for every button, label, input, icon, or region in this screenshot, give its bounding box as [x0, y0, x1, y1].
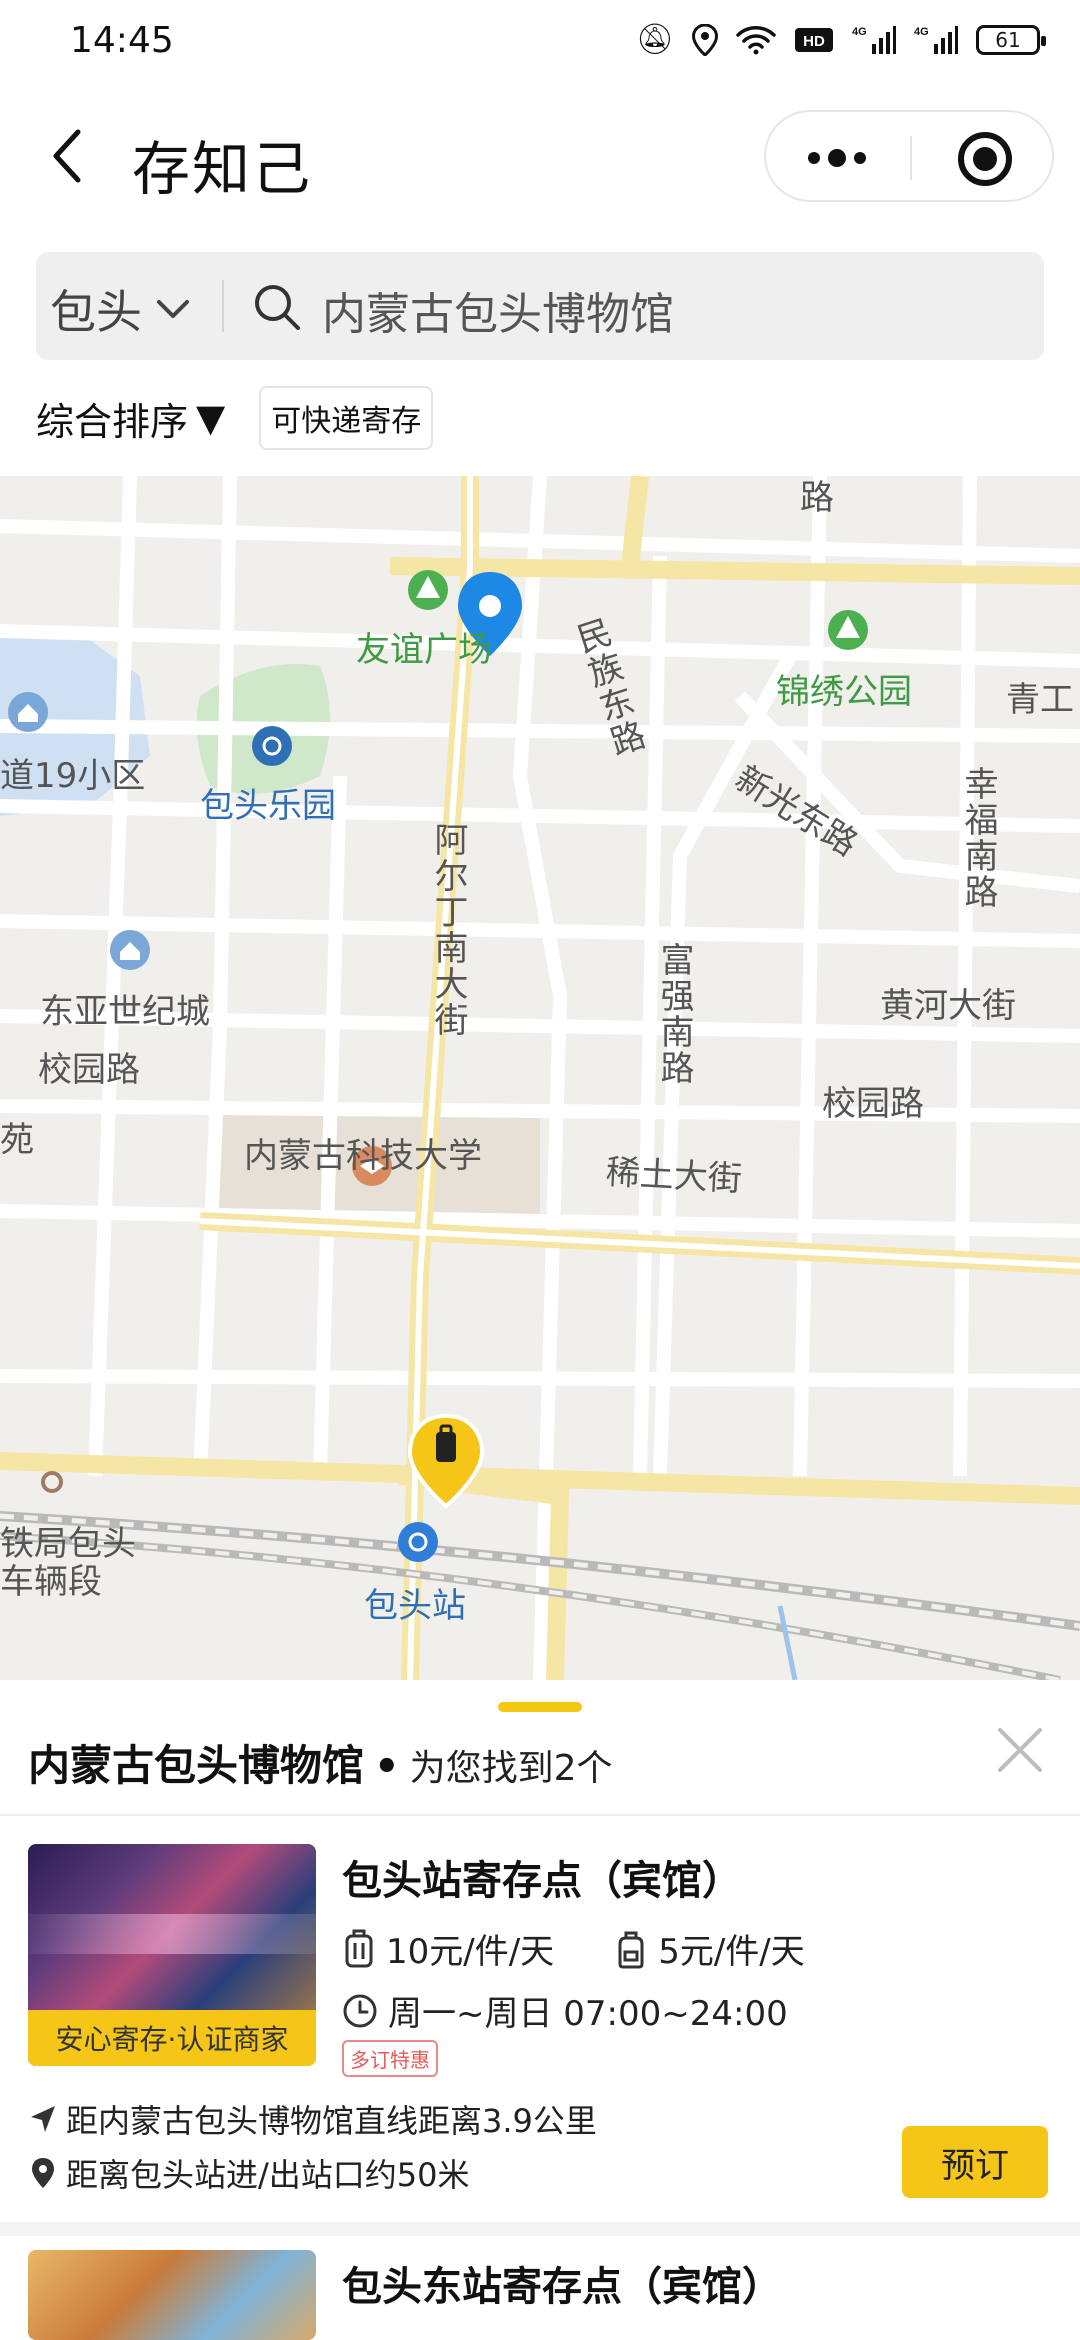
storage-thumbnail [28, 2250, 316, 2340]
luggage-icon [345, 1929, 373, 1967]
search-bar[interactable]: 包头 内蒙古包头博物馆 [36, 252, 1044, 360]
map-label-yuan: 苑 [0, 1120, 34, 1160]
map-label-imust: 内蒙古科技大学 [244, 1136, 482, 1176]
storage-title: 包头站寄存点（宾馆） [342, 1858, 742, 1904]
map-label-jinxiu-park: 锦绣公园 [776, 672, 912, 712]
price-bag: 5元/件/天 [658, 1932, 805, 1972]
close-program-button[interactable] [958, 132, 1012, 186]
map-label-xiaoyuan-road-right: 校园路 [822, 1084, 924, 1124]
map-label-cheliang: 车辆段 [0, 1562, 102, 1602]
map-label-xingfu-road: 幸福南路 [958, 766, 998, 910]
hd-icon: HD [795, 27, 833, 52]
map-label-baotou-paradise: 包头乐园 [200, 786, 336, 826]
city-name: 包头 [50, 285, 142, 339]
sort-dropdown[interactable]: 综合排序 ▼ [36, 391, 225, 446]
map-label-youyi-square: 友谊广场 [356, 630, 492, 670]
bag-icon [618, 1931, 644, 1968]
status-time: 14:45 [70, 20, 174, 61]
map-label-top-road: 路 [800, 478, 834, 518]
map-label-baotou-station: 包头站 [364, 1586, 466, 1626]
location-pin-icon [32, 2158, 54, 2188]
storage-title: 包头东站寄存点（宾馆） [342, 2264, 782, 2310]
search-icon [255, 285, 300, 330]
results-bullet: • [374, 1744, 400, 1790]
status-icons: 🔕︎ HD 4G 4G 61 [635, 22, 1046, 57]
close-icon[interactable] [994, 1724, 1046, 1776]
status-bar: 14:45 🔕︎ HD 4G 4G 61 [0, 0, 1080, 80]
chevron-down-icon [157, 300, 189, 318]
sheet-drag-handle[interactable] [498, 1702, 582, 1712]
express-storage-filter-chip[interactable]: 可快递寄存 [259, 386, 434, 450]
map-view[interactable]: 友谊广场 民族东路 锦绣公园 青工 道19小区 新光东路 幸福南路 包头乐园 阿… [0, 476, 1080, 1680]
map-label-aerding-street: 阿尔丁南大街 [428, 822, 468, 1038]
promo-tag: 多订特惠 [342, 2040, 438, 2077]
search-input[interactable]: 内蒙古包头博物馆 [322, 278, 674, 342]
page-title: 存知己 [132, 135, 313, 203]
battery-level: 61 [995, 27, 1021, 52]
price-luggage: 10元/件/天 [386, 1932, 555, 1972]
filter-bar: 综合排序 ▼ 可快递寄存 [36, 386, 434, 450]
map-label-xiaoqu: 道19小区 [0, 756, 146, 796]
mute-icon: 🔕︎ [635, 22, 674, 57]
sort-label: 综合排序 [36, 399, 189, 444]
price-row: 10元/件/天 5元/件/天 [342, 1924, 805, 1973]
distance-row: 距内蒙古包头博物馆直线距离3.9公里 [28, 2096, 597, 2142]
opening-hours: 周一~周日 07:00~24:00 [342, 1986, 788, 2035]
map-label-xitu-street: 稀土大街 [604, 1152, 743, 1200]
location-icon [692, 23, 718, 56]
storage-thumbnail: 安心寄存·认证商家 [28, 1844, 316, 2066]
svg-text:4G: 4G [914, 26, 929, 38]
station-distance-text: 距离包头站进/出站口约50米 [66, 2156, 470, 2194]
results-count: 为您找到2个 [409, 1748, 613, 1789]
results-sheet: 内蒙古包头博物馆 • 为您找到2个 安心寄存·认证商家 包头站寄存点（宾馆） 1… [0, 1680, 1080, 2340]
station-distance-row: 距离包头站进/出站口约50米 [28, 2150, 470, 2196]
mini-program-capsule [764, 110, 1054, 202]
map-label-dongya-city: 东亚世纪城 [40, 992, 210, 1032]
battery-icon: 61 [976, 24, 1046, 55]
map-label-huanghe-street: 黄河大街 [880, 986, 1016, 1026]
wifi-icon [736, 25, 776, 54]
map-label-fuqiang-road: 富强南路 [654, 942, 694, 1086]
more-menu-button[interactable] [808, 148, 888, 168]
book-button[interactable]: 预订 [902, 2126, 1048, 2198]
results-header: 内蒙古包头博物馆 • 为您找到2个 [28, 1732, 613, 1793]
map-label-qinggong: 青工 [1006, 680, 1074, 720]
hours-text: 周一~周日 07:00~24:00 [388, 1994, 788, 2034]
sort-arrow-icon: ▼ [196, 396, 226, 440]
distance-text: 距内蒙古包头博物馆直线距离3.9公里 [66, 2102, 597, 2140]
signal-4g-icon-2: 4G [914, 25, 958, 54]
results-destination: 内蒙古包头博物馆 [28, 1741, 365, 1790]
svg-text:4G: 4G [852, 26, 867, 38]
navigation-arrow-icon [31, 2106, 55, 2132]
svg-text:HD: HD [803, 33, 825, 50]
map-label-xiaoyuan-road-left: 校园路 [38, 1050, 140, 1090]
city-selector[interactable]: 包头 [50, 276, 190, 342]
certified-badge: 安心寄存·认证商家 [28, 2010, 316, 2066]
clock-icon [343, 1994, 377, 2027]
signal-4g-icon: 4G [852, 25, 896, 54]
back-button[interactable] [44, 126, 94, 186]
title-bar: 存知己 [0, 100, 1080, 220]
